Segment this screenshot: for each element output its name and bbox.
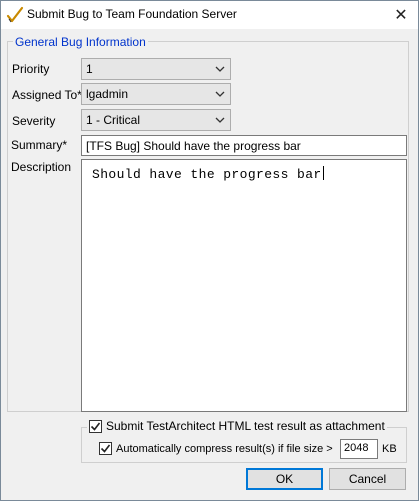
- summary-input[interactable]: [TFS Bug] Should have the progress bar: [81, 135, 407, 156]
- cancel-button[interactable]: Cancel: [329, 468, 406, 490]
- description-value: Should have the progress bar: [92, 167, 322, 182]
- description-text: Should have the progress bar: [92, 166, 324, 182]
- compress-checkbox[interactable]: [99, 442, 112, 455]
- checkmark-icon: [100, 444, 111, 453]
- dialog-window: Submit Bug to Team Foundation Server ✕ G…: [0, 0, 419, 501]
- priority-dropdown[interactable]: 1: [81, 58, 231, 80]
- chevron-down-icon: [215, 91, 225, 97]
- assigned-to-dropdown[interactable]: lgadmin: [81, 83, 231, 105]
- close-icon: ✕: [394, 7, 408, 24]
- assigned-to-label: Assigned To*: [12, 88, 82, 102]
- description-textarea[interactable]: Should have the progress bar: [81, 159, 407, 412]
- compress-label: Automatically compress result(s) if file…: [116, 442, 333, 455]
- compress-option[interactable]: Automatically compress result(s) if file…: [99, 442, 333, 455]
- submit-attachment-checkbox[interactable]: [89, 419, 102, 433]
- priority-value: 1: [86, 62, 93, 76]
- close-button[interactable]: ✕: [384, 1, 418, 29]
- chevron-down-icon: [215, 117, 225, 123]
- chevron-down-icon: [215, 66, 225, 72]
- checkmark-icon: [90, 422, 101, 431]
- description-label: Description: [11, 160, 72, 174]
- severity-dropdown[interactable]: 1 - Critical: [81, 109, 231, 131]
- submit-attachment-label: Submit TestArchitect HTML test result as…: [106, 419, 385, 433]
- severity-label: Severity: [12, 114, 56, 128]
- ok-button[interactable]: OK: [246, 468, 323, 490]
- summary-label: Summary*: [11, 138, 68, 152]
- submit-attachment-option[interactable]: Submit TestArchitect HTML test result as…: [87, 419, 387, 433]
- severity-value: 1 - Critical: [86, 113, 141, 127]
- file-size-unit: KB: [382, 443, 397, 455]
- window-title: Submit Bug to Team Foundation Server: [27, 7, 237, 21]
- text-caret: [322, 166, 324, 180]
- priority-label: Priority: [12, 62, 50, 76]
- group-legend: General Bug Information: [13, 35, 148, 49]
- file-size-input[interactable]: 2048: [340, 439, 378, 459]
- checkmark-pen-icon: [6, 6, 24, 23]
- title-bar[interactable]: Submit Bug to Team Foundation Server ✕: [1, 1, 418, 29]
- assigned-to-value: lgadmin: [86, 87, 129, 101]
